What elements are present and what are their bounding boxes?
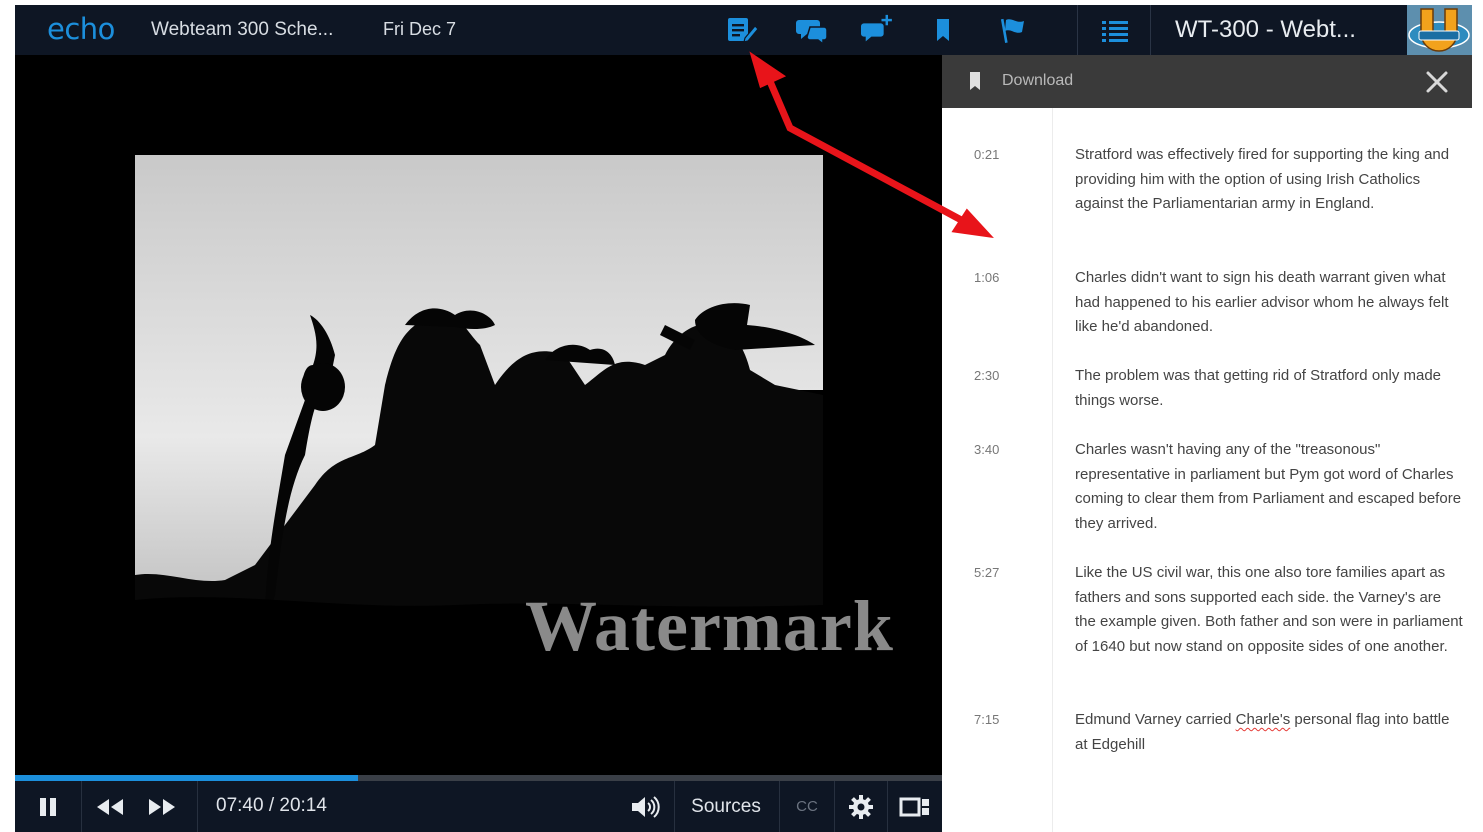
echo-logo: echo [47,12,115,46]
layout-toggle-button[interactable] [895,781,935,832]
notes-panel-header: Download [942,55,1472,108]
fast-forward-button[interactable] [143,781,181,832]
note-text: Edmund Varney carried Charle's personal … [1075,708,1465,757]
lecture-date: Fri Dec 7 [383,19,457,39]
user-avatar[interactable] [1407,5,1472,55]
layout-icon [899,797,929,816]
add-question-icon[interactable] [861,14,895,46]
controls-divider [887,781,888,832]
presentation-title[interactable]: WT-300 - Webt... [1175,16,1356,44]
note-timestamp[interactable]: 5:27 [974,565,1024,580]
note-timestamp[interactable]: 7:15 [974,712,1024,727]
pause-button[interactable] [29,781,67,832]
echo-player-window: echo Webteam 300 Sche... Fri Dec 7 WT-30… [15,5,1472,832]
playback-time: 07:40 / 20:14 [216,795,327,816]
controls-divider [81,781,82,832]
settings-button[interactable] [841,781,881,832]
note-text: Charles wasn't having any of the "treaso… [1075,441,1462,532]
note-text-part: Edmund Varney carried [1075,711,1236,728]
controls-divider [197,781,198,832]
controls-divider [834,781,835,832]
note-timestamp[interactable]: 3:40 [974,442,1024,457]
topbar-divider [1077,5,1078,55]
close-icon[interactable] [1422,67,1452,97]
flag-icon[interactable] [996,14,1030,46]
note-timestamp[interactable]: 0:21 [974,147,1024,162]
misspelled-word[interactable]: Charle's [1236,711,1291,728]
note-timestamp[interactable]: 1:06 [974,270,1024,285]
video-frame [135,155,823,625]
top-bar: echo Webteam 300 Sche... Fri Dec 7 WT-30… [15,5,1472,55]
rewind-button[interactable] [91,781,129,832]
list-icon[interactable] [1098,14,1132,46]
note-text: Charles didn't want to sign his death wa… [1075,269,1449,335]
notes-icon[interactable] [725,14,759,46]
topbar-divider [1150,5,1151,55]
controls-divider [674,781,675,832]
watermark-text: Watermark [525,586,894,666]
course-name[interactable]: Webteam 300 Sche... [151,19,333,41]
controls-divider [779,781,780,832]
bookmark-icon[interactable] [926,14,960,46]
note-text: Like the US civil war, this one also tor… [1075,564,1463,655]
closed-captions-button[interactable]: CC [785,781,829,832]
timeline-divider [1052,108,1053,832]
video-player[interactable]: Watermark [15,55,942,775]
note-timestamp[interactable]: 2:30 [974,368,1024,383]
gear-icon [849,794,873,819]
note-text: The problem was that getting rid of Stra… [1075,367,1442,409]
notes-panel: Download 0:21 Stratford was effectively … [942,55,1472,832]
bookmark-icon [970,72,980,90]
player-controls: 07:40 / 20:14 Sources CC [15,781,942,832]
note-text: Stratford was effectively fired for supp… [1075,146,1450,212]
discussion-icon[interactable] [796,14,830,46]
sources-button[interactable]: Sources [679,781,773,832]
download-link[interactable]: Download [1002,72,1073,90]
cc-label: CC [796,798,818,815]
sources-label: Sources [691,795,761,817]
volume-button[interactable] [623,781,667,832]
